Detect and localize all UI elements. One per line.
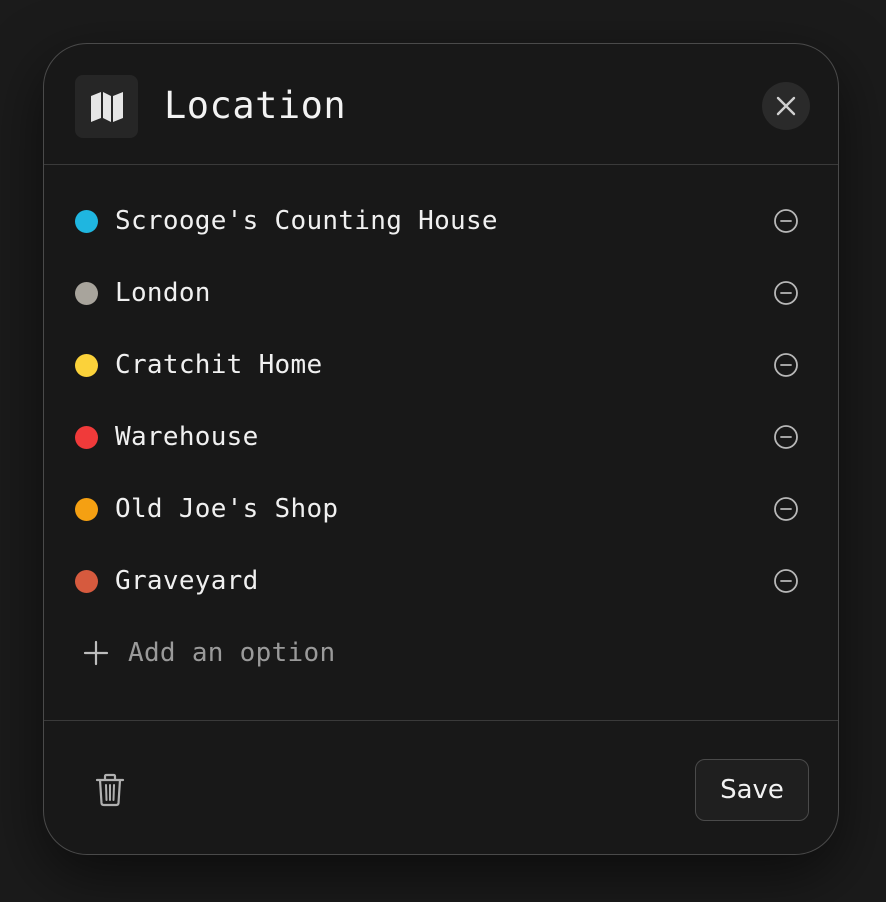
minus-circle-icon <box>774 209 798 233</box>
color-dot[interactable] <box>75 425 98 449</box>
minus-circle-icon <box>774 281 798 305</box>
color-dot[interactable] <box>75 209 98 233</box>
add-option-label: Add an option <box>128 638 336 668</box>
option-item[interactable]: Cratchit Home <box>44 329 838 401</box>
remove-option-button[interactable] <box>773 280 799 306</box>
save-button[interactable]: Save <box>695 759 809 821</box>
remove-option-button[interactable] <box>773 496 799 522</box>
dialog-header: Location <box>44 44 838 165</box>
minus-circle-icon <box>774 569 798 593</box>
color-dot[interactable] <box>75 353 98 377</box>
option-label: London <box>115 278 211 308</box>
option-label: Warehouse <box>115 422 259 452</box>
remove-option-button[interactable] <box>773 208 799 234</box>
map-icon <box>75 75 138 138</box>
dialog-title: Location <box>164 84 347 127</box>
delete-button[interactable] <box>95 773 125 807</box>
color-dot[interactable] <box>75 569 98 593</box>
dialog-footer: Save <box>44 720 838 854</box>
location-dialog: Location Scrooge's Counting House London <box>43 43 839 855</box>
option-item[interactable]: London <box>44 257 838 329</box>
color-dot[interactable] <box>75 281 98 305</box>
remove-option-button[interactable] <box>773 568 799 594</box>
close-icon <box>776 96 796 116</box>
minus-circle-icon <box>774 425 798 449</box>
options-list: Scrooge's Counting House London Cratchit… <box>44 185 838 617</box>
option-label: Scrooge's Counting House <box>115 206 498 236</box>
minus-circle-icon <box>774 353 798 377</box>
plus-icon <box>83 640 109 666</box>
minus-circle-icon <box>774 497 798 521</box>
add-option-button[interactable]: Add an option <box>44 621 838 685</box>
remove-option-button[interactable] <box>773 424 799 450</box>
option-label: Cratchit Home <box>115 350 323 380</box>
option-item[interactable]: Scrooge's Counting House <box>44 185 838 257</box>
remove-option-button[interactable] <box>773 352 799 378</box>
option-label: Graveyard <box>115 566 259 596</box>
option-item[interactable]: Old Joe's Shop <box>44 473 838 545</box>
close-button[interactable] <box>762 82 810 130</box>
option-item[interactable]: Graveyard <box>44 545 838 617</box>
trash-icon <box>95 773 125 807</box>
color-dot[interactable] <box>75 497 98 521</box>
option-label: Old Joe's Shop <box>115 494 339 524</box>
option-item[interactable]: Warehouse <box>44 401 838 473</box>
